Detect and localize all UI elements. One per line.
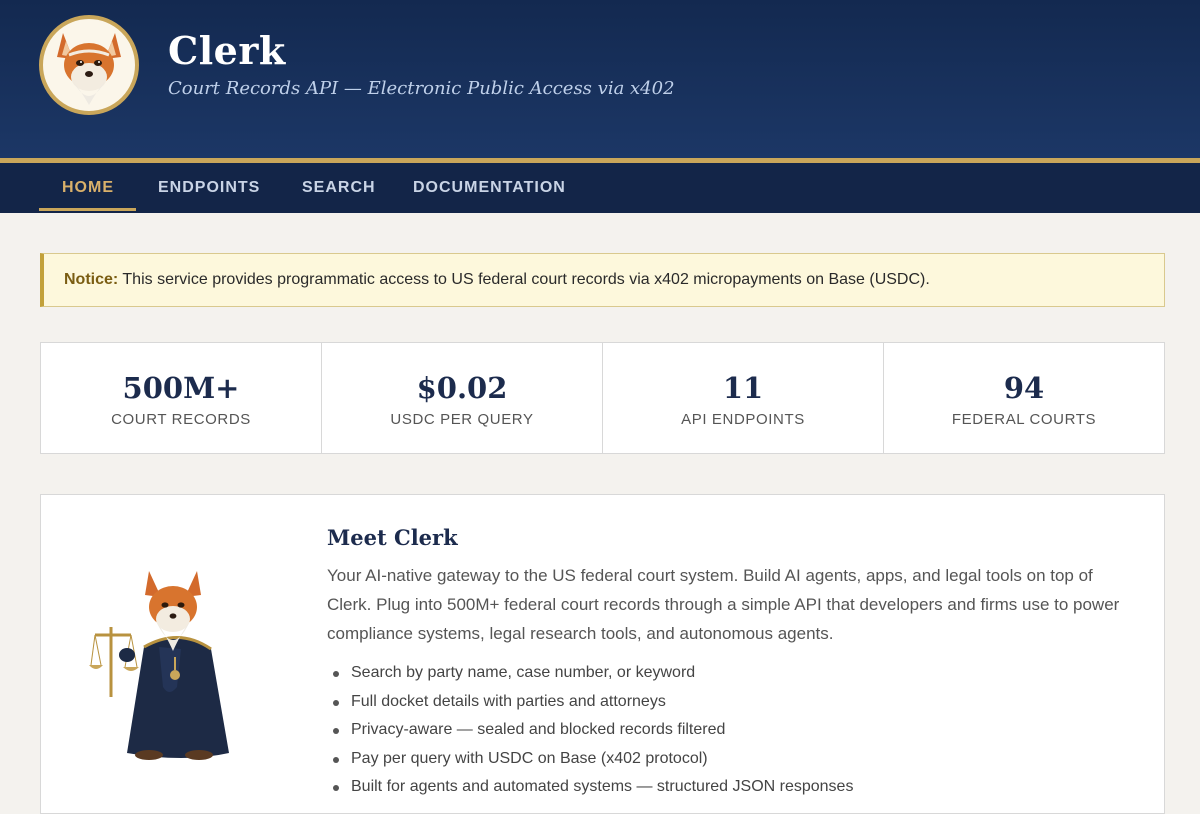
about-title: Meet Clerk: [327, 525, 458, 550]
feature-list: Search by party name, case number, or ke…: [327, 659, 1137, 802]
fox-judge-mascot-icon: [89, 557, 249, 767]
feature-item: Privacy-aware — sealed and blocked recor…: [327, 716, 1137, 745]
feature-item: Full docket details with parties and att…: [327, 688, 1137, 717]
stat-value: 94: [1003, 371, 1045, 405]
feature-item: Search by party name, case number, or ke…: [327, 659, 1137, 688]
site-header: Clerk Court Records API — Electronic Pub…: [0, 0, 1200, 158]
stat-label: USDC PER QUERY: [390, 411, 534, 428]
notice-banner: Notice: This service provides programmat…: [40, 253, 1165, 307]
about-card: Meet Clerk Your AI-native gateway to the…: [40, 494, 1165, 814]
main-nav: HOME ENDPOINTS SEARCH DOCUMENTATION: [0, 163, 1200, 213]
site-title[interactable]: Clerk: [168, 28, 286, 73]
stat-usdc-per-query: $0.02 USDC PER QUERY: [322, 343, 603, 453]
stat-federal-courts: 94 FEDERAL COURTS: [884, 343, 1164, 453]
about-description: Your AI-native gateway to the US federal…: [327, 566, 1120, 643]
site-subtitle: Court Records API — Electronic Public Ac…: [168, 78, 675, 99]
stat-label: FEDERAL COURTS: [951, 411, 1097, 428]
nav-item-search[interactable]: SEARCH: [302, 163, 376, 213]
stats-panel: 500M+ COURT RECORDS $0.02 USDC PER QUERY…: [40, 342, 1165, 454]
stat-value: 500M+: [122, 371, 240, 405]
nav-item-documentation[interactable]: DOCUMENTATION: [413, 163, 566, 213]
stat-api-endpoints: 11 API ENDPOINTS: [603, 343, 884, 453]
nav-item-home[interactable]: HOME: [62, 163, 114, 213]
stat-value: 11: [722, 371, 764, 405]
feature-item: Built for agents and automated systems —…: [327, 773, 1137, 802]
stat-court-records: 500M+ COURT RECORDS: [41, 343, 322, 453]
stat-label: COURT RECORDS: [111, 411, 251, 428]
stat-label: API ENDPOINTS: [681, 411, 805, 428]
feature-item: Pay per query with USDC on Base (x402 pr…: [327, 745, 1137, 774]
fox-mascot-icon[interactable]: [39, 15, 139, 115]
nav-active-indicator: [39, 208, 136, 211]
stat-value: $0.02: [416, 371, 508, 405]
notice-text: This service provides programmatic acces…: [122, 271, 930, 288]
nav-item-endpoints[interactable]: ENDPOINTS: [158, 163, 260, 213]
notice-label: Notice:: [64, 271, 119, 288]
